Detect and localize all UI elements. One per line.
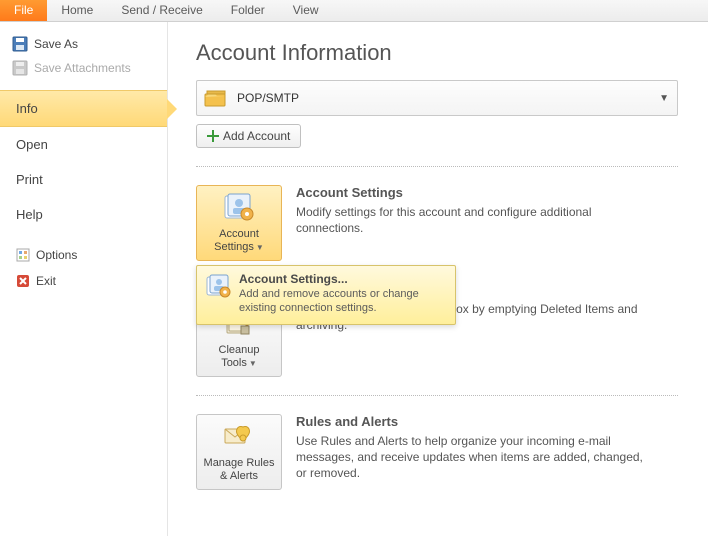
floppy-dim-icon (12, 60, 28, 76)
chevron-down-icon: ▼ (659, 93, 669, 104)
divider (196, 395, 678, 396)
save-as-button[interactable]: Save As (0, 32, 167, 56)
account-settings-heading: Account Settings (296, 185, 656, 200)
account-settings-tooltip[interactable]: Account Settings... Add and remove accou… (196, 265, 456, 325)
nav-info[interactable]: Info (0, 90, 167, 127)
account-settings-button[interactable]: Account Settings▼ (196, 185, 282, 261)
account-settings-icon (221, 192, 257, 224)
tab-file[interactable]: File (0, 0, 47, 21)
backstage-main: Account Information POP/SMTP ▼ Add Accou… (168, 22, 708, 536)
add-account-button[interactable]: Add Account (196, 124, 301, 148)
divider (196, 166, 678, 167)
account-type-label: POP/SMTP (237, 91, 299, 105)
chevron-down-icon: ▼ (256, 243, 264, 252)
ribbon-tabs: File Home Send / Receive Folder View (0, 0, 708, 22)
manage-rules-button[interactable]: Manage Rules & Alerts (196, 414, 282, 490)
save-attachments-button: Save Attachments (0, 56, 167, 80)
page-title: Account Information (196, 40, 678, 66)
rules-desc: Use Rules and Alerts to help organize yo… (296, 433, 656, 482)
floppy-icon (12, 36, 28, 52)
nav-open[interactable]: Open (0, 127, 167, 162)
exit-icon (16, 274, 30, 288)
section-account-settings: Account Settings▼ Account Settings Modif… (196, 185, 678, 261)
nav-help[interactable]: Help (0, 197, 167, 232)
rules-body: Rules and Alerts Use Rules and Alerts to… (296, 414, 656, 482)
tab-home[interactable]: Home (47, 0, 107, 21)
nav-options[interactable]: Options (0, 242, 167, 268)
folder-stack-icon (203, 87, 229, 109)
nav-print[interactable]: Print (0, 162, 167, 197)
save-attachments-label: Save Attachments (34, 61, 131, 75)
account-dropdown[interactable]: POP/SMTP ▼ (196, 80, 678, 116)
plus-icon (207, 130, 219, 142)
tooltip-desc: Add and remove accounts or change existi… (239, 288, 447, 316)
rules-heading: Rules and Alerts (296, 414, 656, 429)
options-icon (16, 248, 30, 262)
rules-btn-label: Manage Rules & Alerts (201, 457, 277, 483)
rules-icon (221, 421, 257, 453)
account-settings-body: Account Settings Modify settings for thi… (296, 185, 656, 236)
save-as-label: Save As (34, 37, 78, 51)
nav-exit[interactable]: Exit (0, 268, 167, 294)
tab-send-receive[interactable]: Send / Receive (107, 0, 216, 21)
account-settings-small-icon (205, 274, 231, 300)
tab-folder[interactable]: Folder (217, 0, 279, 21)
tooltip-title: Account Settings... (239, 272, 447, 286)
add-account-label: Add Account (223, 129, 290, 143)
account-settings-btn-label: Account Settings (214, 228, 259, 253)
section-rules: Manage Rules & Alerts Rules and Alerts U… (196, 414, 678, 490)
account-settings-desc: Modify settings for this account and con… (296, 204, 656, 236)
backstage-sidebar: Save As Save Attachments Info Open Print… (0, 22, 168, 536)
options-label: Options (36, 248, 77, 262)
tab-view[interactable]: View (279, 0, 333, 21)
exit-label: Exit (36, 274, 56, 288)
chevron-down-icon: ▼ (249, 359, 257, 368)
